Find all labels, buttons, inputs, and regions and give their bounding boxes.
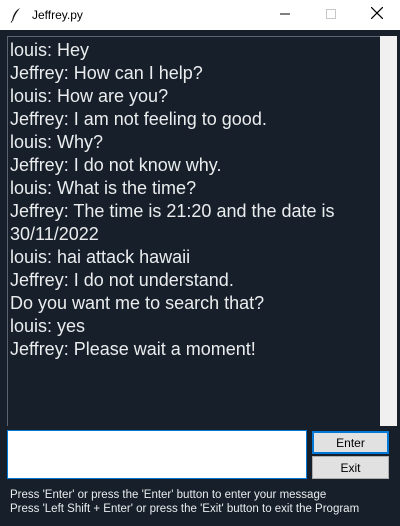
chat-log[interactable]: louis: Hey Jeffrey: How can I help? loui… xyxy=(7,36,380,426)
app-window: Jeffrey.py louis: Hey Jeffrey: How can I… xyxy=(0,0,400,526)
chat-line: louis: Why? xyxy=(10,132,104,152)
minimize-button[interactable] xyxy=(262,0,308,30)
chat-line: louis: Hey xyxy=(10,40,90,60)
maximize-button[interactable] xyxy=(308,0,354,30)
window-controls xyxy=(262,0,400,30)
minimize-icon xyxy=(280,6,290,24)
instruction-exit: Press 'Left Shift + Enter' or press the … xyxy=(10,503,360,515)
chat-line: Jeffrey: How can I help? xyxy=(10,63,203,83)
chat-line: Do you want me to search that? xyxy=(10,293,265,313)
maximize-icon xyxy=(326,6,336,24)
chat-line: Jeffrey: I do not understand. xyxy=(10,270,234,290)
close-icon xyxy=(370,6,384,24)
chat-line: Jeffrey: Please wait a moment! xyxy=(10,339,256,359)
instructions: Press 'Enter' or press the 'Enter' butto… xyxy=(10,488,359,516)
chat-line: louis: hai attack hawaii xyxy=(10,247,191,267)
enter-button[interactable]: Enter xyxy=(312,431,389,454)
window-title: Jeffrey.py xyxy=(32,8,83,22)
chat-line: louis: How are you? xyxy=(10,86,169,106)
chat-line: Jeffrey: I do not know why. xyxy=(10,155,222,175)
chat-scrollbar[interactable] xyxy=(380,36,397,426)
feather-icon xyxy=(9,7,23,23)
chat-line: Jeffrey: The time is 21:20 and the date … xyxy=(10,201,335,221)
scrollbar-thumb[interactable] xyxy=(382,38,395,424)
message-input[interactable] xyxy=(7,430,307,479)
exit-button[interactable]: Exit xyxy=(312,456,389,479)
chat-line: 30/11/2022 xyxy=(10,224,99,244)
title-bar[interactable]: Jeffrey.py xyxy=(0,0,400,30)
instruction-enter: Press 'Enter' or press the 'Enter' butto… xyxy=(10,489,327,501)
chat-line: louis: yes xyxy=(10,316,86,336)
close-button[interactable] xyxy=(354,0,400,30)
chat-line: Jeffrey: I am not feeling to good. xyxy=(10,109,267,129)
chat-line: louis: What is the time? xyxy=(10,178,197,198)
